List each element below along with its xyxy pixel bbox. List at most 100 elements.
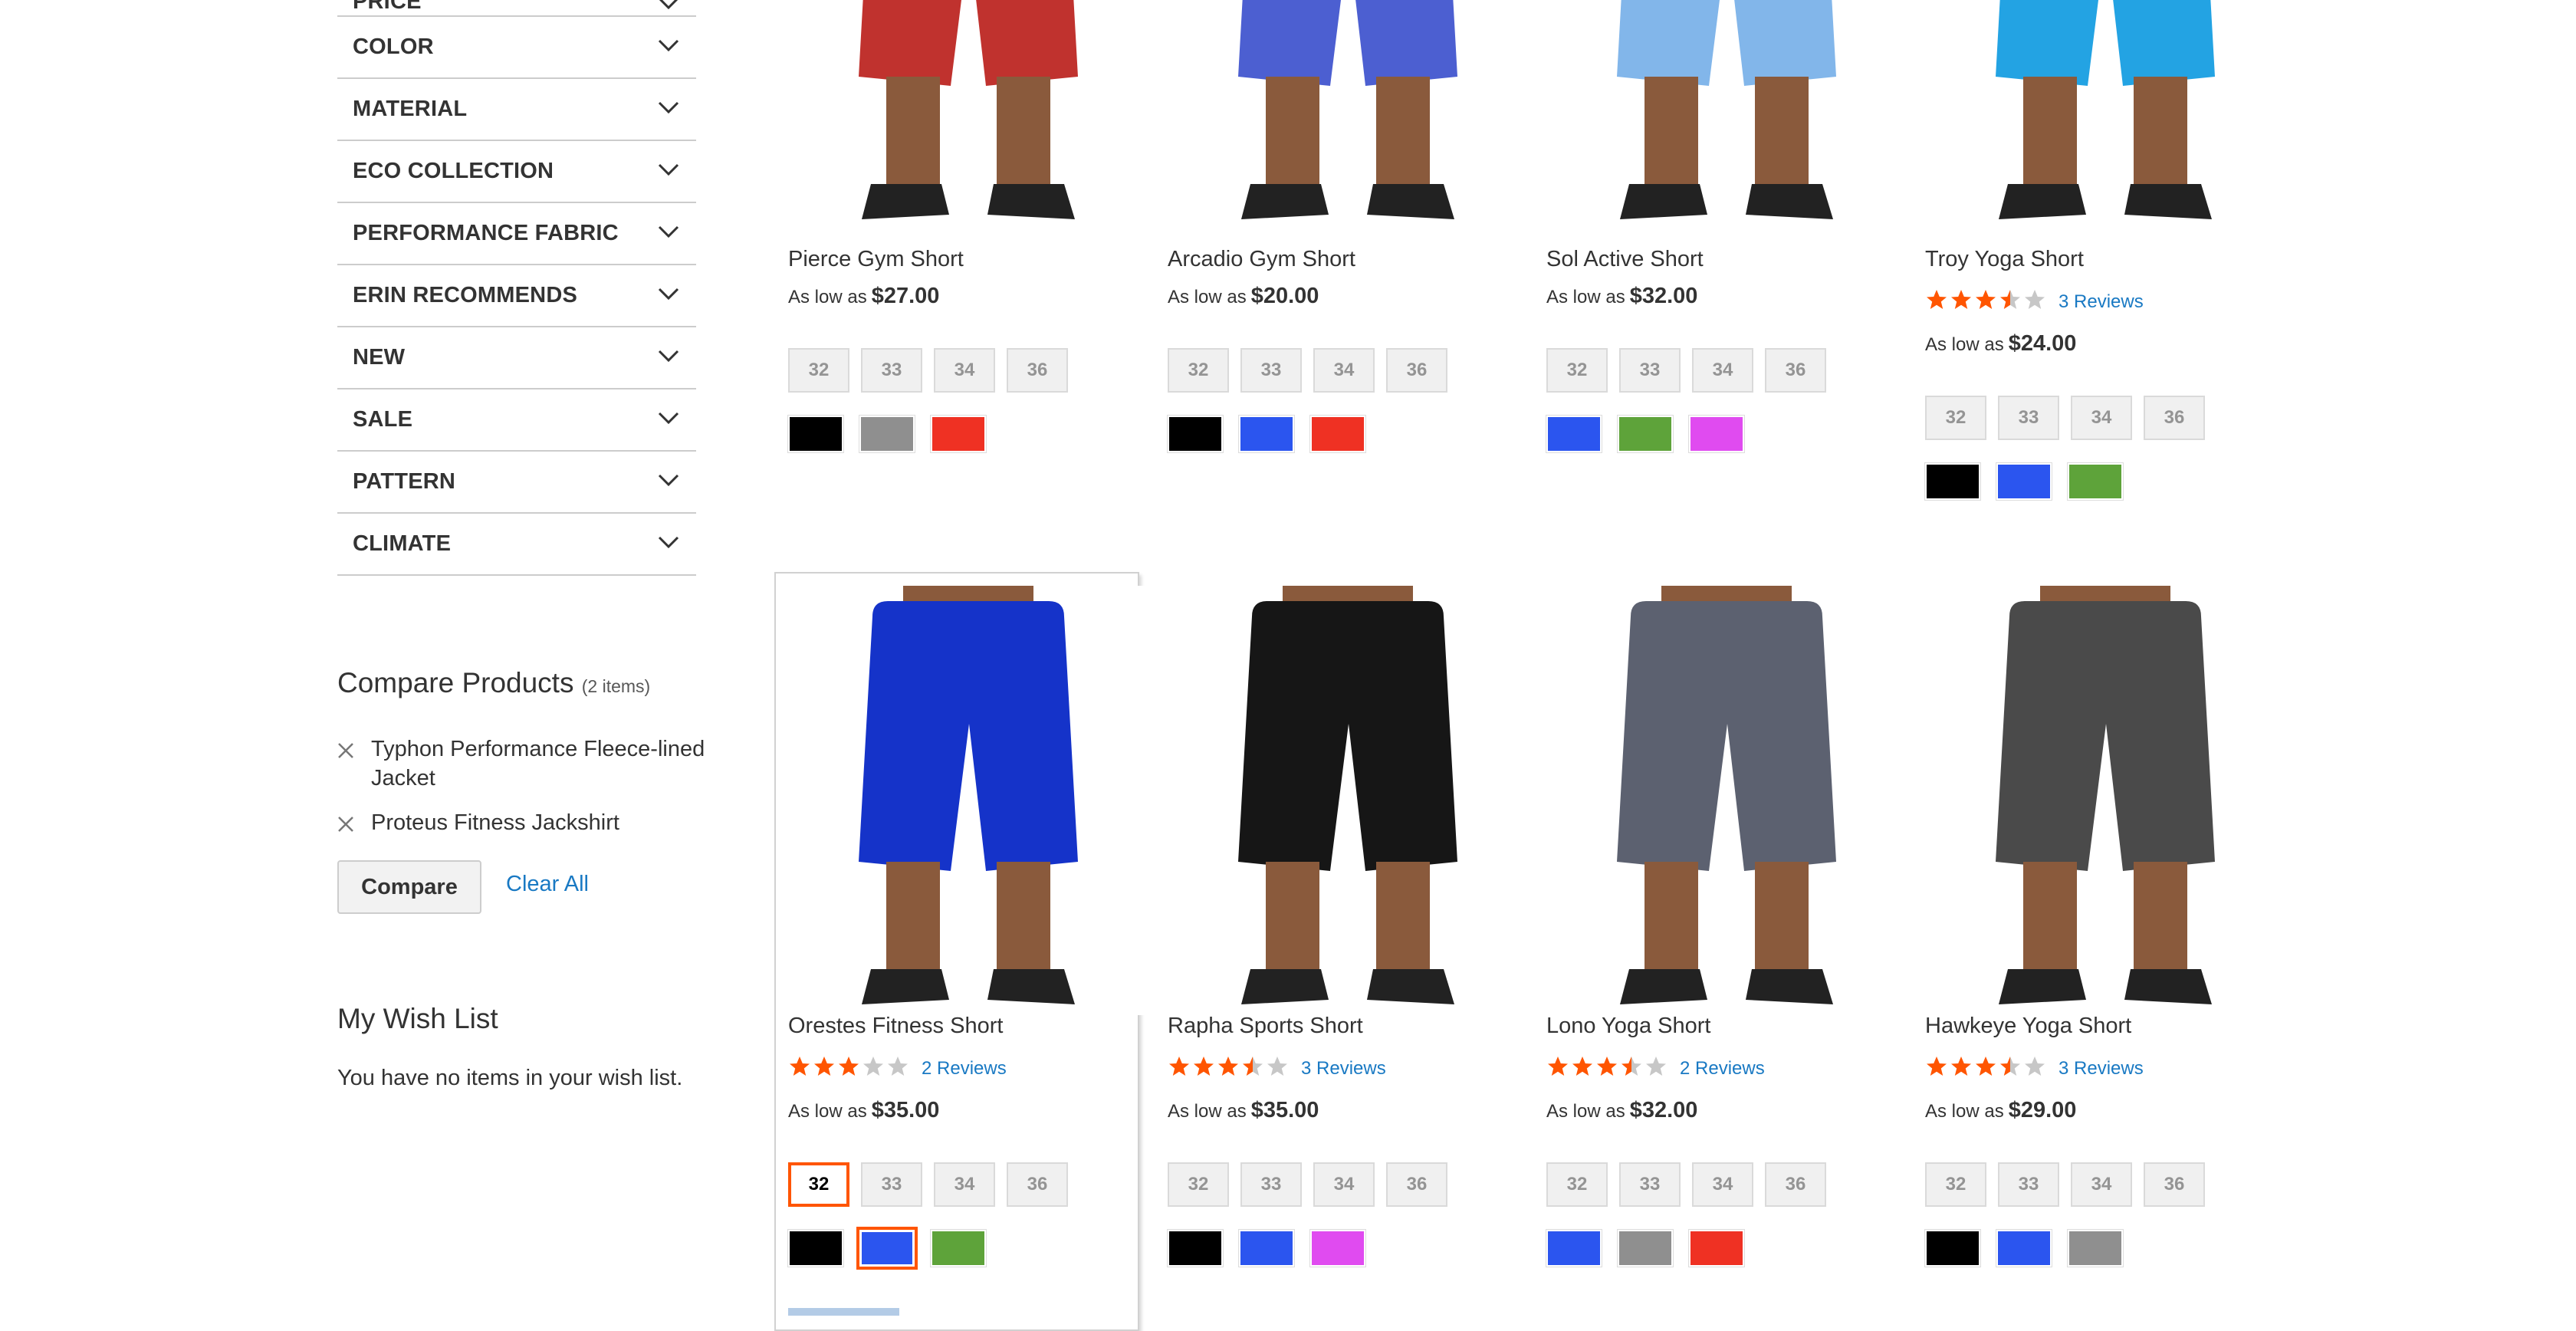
compare-item-name[interactable]: Typhon Performance Fleece-lined Jacket: [371, 735, 724, 793]
filter-price[interactable]: PRICE: [337, 0, 696, 17]
size-option-34[interactable]: 34: [2071, 396, 2132, 440]
size-option-33[interactable]: 33: [1998, 396, 2059, 440]
size-option-34[interactable]: 34: [934, 348, 995, 393]
size-option-33[interactable]: 33: [861, 1162, 922, 1207]
color-option-blue[interactable]: [1546, 1229, 1602, 1267]
size-option-33[interactable]: 33: [1240, 348, 1302, 393]
product-name[interactable]: Hawkeye Yoga Short: [1925, 1014, 2131, 1039]
remove-icon[interactable]: [337, 742, 354, 759]
size-option-32[interactable]: 32: [1168, 348, 1229, 393]
clear-all-link[interactable]: Clear All: [506, 872, 589, 897]
size-option-32[interactable]: 32: [1925, 396, 1986, 440]
product-name[interactable]: Arcadio Gym Short: [1168, 247, 1355, 272]
size-option-36[interactable]: 36: [1386, 348, 1447, 393]
size-option-36[interactable]: 36: [1765, 1162, 1826, 1207]
filter-performance-fabric[interactable]: PERFORMANCE FABRIC: [337, 203, 696, 265]
filter-material[interactable]: MATERIAL: [337, 79, 696, 141]
product-image[interactable]: [1546, 586, 1907, 1019]
product-name[interactable]: Orestes Fitness Short: [788, 1014, 1003, 1039]
product-name[interactable]: Troy Yoga Short: [1925, 247, 2084, 272]
wishlist-title: My Wish List: [337, 1003, 498, 1034]
color-option-green[interactable]: [930, 1229, 987, 1267]
size-option-34[interactable]: 34: [2071, 1162, 2132, 1207]
remove-icon[interactable]: [337, 816, 354, 833]
reviews-link[interactable]: 3 Reviews: [1301, 1058, 1386, 1080]
compare-item-name[interactable]: Proteus Fitness Jackshirt: [371, 808, 724, 837]
star-icon: [1168, 1055, 1192, 1082]
size-option-32[interactable]: 32: [1546, 348, 1608, 393]
size-option-36[interactable]: 36: [1386, 1162, 1447, 1207]
filter-color[interactable]: COLOR: [337, 17, 696, 79]
color-option-red[interactable]: [1688, 1229, 1745, 1267]
size-option-33[interactable]: 33: [1619, 348, 1681, 393]
size-option-36[interactable]: 36: [1765, 348, 1826, 393]
product-image[interactable]: [788, 586, 1148, 1019]
reviews-link[interactable]: 3 Reviews: [2058, 291, 2144, 313]
size-option-33[interactable]: 33: [1619, 1162, 1681, 1207]
add-to-cart-bar[interactable]: [788, 1308, 899, 1316]
chevron-down-icon: [658, 349, 679, 366]
color-option-blue[interactable]: [1996, 462, 2052, 501]
star-icon: [1925, 288, 1950, 315]
color-option-blue[interactable]: [1996, 1229, 2052, 1267]
filter-new[interactable]: NEW: [337, 327, 696, 389]
filter-sale[interactable]: SALE: [337, 389, 696, 452]
size-option-34[interactable]: 34: [1692, 1162, 1753, 1207]
size-option-33[interactable]: 33: [861, 348, 922, 393]
color-option-gray[interactable]: [859, 415, 915, 453]
product-name[interactable]: Rapha Sports Short: [1168, 1014, 1363, 1039]
color-option-black[interactable]: [787, 415, 844, 453]
reviews-link[interactable]: 2 Reviews: [1680, 1058, 1765, 1080]
color-option-blue[interactable]: [1238, 1229, 1295, 1267]
size-option-32[interactable]: 32: [788, 1162, 849, 1207]
product-image[interactable]: [1546, 0, 1907, 230]
size-option-32[interactable]: 32: [1168, 1162, 1229, 1207]
sidebar: PRICE COLOR MATERIAL ECO COLLECTION PERFORMA…: [337, 0, 736, 1090]
product-name[interactable]: Pierce Gym Short: [788, 247, 964, 272]
filter-eco-collection[interactable]: ECO COLLECTION: [337, 141, 696, 203]
color-option-blue[interactable]: [856, 1227, 918, 1270]
product-image[interactable]: [1925, 586, 2285, 1019]
size-swatches: 32 33 34 36: [1546, 1162, 1838, 1207]
color-option-purple[interactable]: [1309, 1229, 1366, 1267]
color-option-green[interactable]: [2067, 462, 2124, 501]
color-option-purple[interactable]: [1688, 415, 1745, 453]
product-image[interactable]: [1168, 0, 1528, 230]
color-option-red[interactable]: [1309, 415, 1366, 453]
filter-pattern[interactable]: PATTERN: [337, 452, 696, 514]
size-option-36[interactable]: 36: [1007, 1162, 1068, 1207]
color-option-blue[interactable]: [1238, 415, 1295, 453]
color-option-green[interactable]: [1617, 415, 1674, 453]
size-option-34[interactable]: 34: [1313, 1162, 1375, 1207]
size-option-34[interactable]: 34: [1313, 348, 1375, 393]
filter-erin-recommends[interactable]: ERIN RECOMMENDS: [337, 265, 696, 327]
compare-button[interactable]: Compare: [337, 860, 481, 914]
size-option-32[interactable]: 32: [1925, 1162, 1986, 1207]
size-option-34[interactable]: 34: [1692, 348, 1753, 393]
product-name[interactable]: Sol Active Short: [1546, 247, 1704, 272]
color-option-black[interactable]: [1924, 462, 1981, 501]
product-image[interactable]: [1168, 586, 1528, 1019]
color-option-black[interactable]: [1167, 415, 1224, 453]
reviews-link[interactable]: 2 Reviews: [922, 1058, 1007, 1080]
color-option-gray[interactable]: [1617, 1229, 1674, 1267]
size-option-33[interactable]: 33: [1240, 1162, 1302, 1207]
size-option-33[interactable]: 33: [1998, 1162, 2059, 1207]
product-name[interactable]: Lono Yoga Short: [1546, 1014, 1710, 1039]
size-option-34[interactable]: 34: [934, 1162, 995, 1207]
product-image[interactable]: [788, 0, 1148, 230]
color-option-red[interactable]: [930, 415, 987, 453]
color-option-black[interactable]: [1167, 1229, 1224, 1267]
filter-climate[interactable]: CLIMATE: [337, 514, 696, 576]
size-option-32[interactable]: 32: [1546, 1162, 1608, 1207]
color-option-blue[interactable]: [1546, 415, 1602, 453]
reviews-link[interactable]: 3 Reviews: [2058, 1058, 2144, 1080]
size-option-32[interactable]: 32: [788, 348, 849, 393]
size-option-36[interactable]: 36: [1007, 348, 1068, 393]
size-option-36[interactable]: 36: [2144, 1162, 2205, 1207]
size-option-36[interactable]: 36: [2144, 396, 2205, 440]
color-option-gray[interactable]: [2067, 1229, 2124, 1267]
color-option-black[interactable]: [1924, 1229, 1981, 1267]
product-image[interactable]: [1925, 0, 2285, 230]
color-option-black[interactable]: [787, 1229, 844, 1267]
